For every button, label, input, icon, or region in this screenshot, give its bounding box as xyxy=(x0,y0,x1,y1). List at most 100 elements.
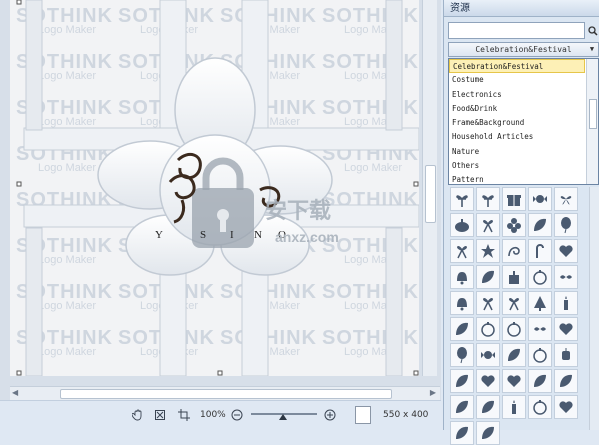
dropdown-item[interactable]: Pattern xyxy=(449,173,585,184)
scroll-right-icon[interactable]: ▶ xyxy=(430,388,436,397)
scroll-thumb[interactable] xyxy=(589,99,597,129)
shape-thumbnail[interactable] xyxy=(528,317,552,341)
shape-thumbnail[interactable] xyxy=(502,317,526,341)
dropdown-items: Celebration&Festival Costume Electronics… xyxy=(449,59,598,184)
dropdown-item[interactable]: Nature xyxy=(449,145,585,159)
dropdown-item[interactable]: Celebration&Festival xyxy=(449,59,585,74)
scroll-left-icon[interactable]: ◀ xyxy=(12,388,18,397)
shape-thumbnail[interactable] xyxy=(476,265,500,289)
pumpkin-icon xyxy=(455,219,469,232)
shape-thumbnail[interactable] xyxy=(554,343,578,367)
leaf-icon xyxy=(508,348,520,361)
search-input[interactable] xyxy=(448,22,585,39)
shape-thumbnail[interactable] xyxy=(554,369,578,393)
tree-icon xyxy=(534,296,546,311)
holly-icon xyxy=(560,275,572,279)
fit-icon[interactable] xyxy=(152,407,168,423)
shape-thumbnail[interactable] xyxy=(528,369,552,393)
shape-thumbnail[interactable] xyxy=(450,239,474,263)
scroll-thumb[interactable] xyxy=(60,389,392,399)
dropdown-item[interactable]: Frame&Background xyxy=(449,116,585,130)
shape-thumbnail[interactable] xyxy=(554,265,578,289)
dropdown-item[interactable]: Others xyxy=(449,159,585,173)
status-bar: 100% 550 x 400 xyxy=(0,400,441,431)
shape-thumbnail[interactable] xyxy=(450,369,474,393)
ribbon-icon xyxy=(509,298,519,311)
shape-thumbnail[interactable] xyxy=(502,213,526,237)
dropdown-scrollbar[interactable] xyxy=(586,59,598,184)
search-icon[interactable] xyxy=(587,22,599,39)
shape-thumbnail[interactable] xyxy=(450,395,474,419)
zoom-slider[interactable] xyxy=(251,413,317,420)
dropdown-item[interactable]: Electronics xyxy=(449,88,585,102)
canvas-color-swatch[interactable] xyxy=(355,406,371,424)
candle-icon xyxy=(564,296,568,310)
shape-thumbnail[interactable] xyxy=(554,395,578,419)
shape-thumbnail[interactable] xyxy=(554,317,578,341)
shape-thumbnail[interactable] xyxy=(476,395,500,419)
lantern-icon xyxy=(562,348,570,360)
canvas-horizontal-scrollbar[interactable]: ◀ ▶ xyxy=(10,386,440,400)
shape-thumbnail[interactable] xyxy=(476,213,500,237)
shape-thumbnail[interactable] xyxy=(476,369,500,393)
shape-thumbnail[interactable] xyxy=(528,265,552,289)
category-dropdown[interactable]: Celebration&Festival Costume Electronics… xyxy=(448,58,599,185)
zoom-in-icon[interactable] xyxy=(322,407,338,423)
dropdown-item[interactable]: Household Articles xyxy=(449,130,585,144)
canvas-area[interactable]: SOTHINKLogo MakerSOTHINKLogo MakerSOTHIN… xyxy=(0,0,441,400)
ornament-icon xyxy=(533,400,547,415)
canvas-size: 550 x 400 xyxy=(383,410,429,420)
shape-thumbnail[interactable] xyxy=(502,395,526,419)
shape-thumbnail[interactable] xyxy=(502,369,526,393)
logo-design[interactable]: Y S I N O 安下载 anxz.com xyxy=(10,0,419,376)
canvas-vertical-scrollbar[interactable] xyxy=(422,0,437,376)
shape-thumbnail[interactable] xyxy=(450,187,474,211)
shape-thumbnail[interactable] xyxy=(554,239,578,263)
dropdown-item[interactable]: Food&Drink xyxy=(449,102,585,116)
zoom-out-icon[interactable] xyxy=(229,407,245,423)
ornament-icon xyxy=(533,270,547,285)
shape-thumbnail[interactable] xyxy=(502,239,526,263)
shape-thumbnail[interactable] xyxy=(450,265,474,289)
shape-thumbnail[interactable] xyxy=(528,291,552,315)
leaf-icon xyxy=(456,322,468,335)
shape-thumbnail[interactable] xyxy=(502,343,526,367)
shape-thumbnail[interactable] xyxy=(476,317,500,341)
gift-bow-icon xyxy=(482,195,494,207)
chevron-down-icon[interactable]: ▼ xyxy=(587,43,597,56)
artboard[interactable]: SOTHINKLogo MakerSOTHINKLogo MakerSOTHIN… xyxy=(10,0,419,376)
shape-thumbnail[interactable] xyxy=(554,187,578,211)
scroll-thumb[interactable] xyxy=(425,165,436,223)
shape-thumbnail[interactable] xyxy=(528,239,552,263)
shape-thumbnail[interactable] xyxy=(476,291,500,315)
shape-thumbnail[interactable] xyxy=(554,213,578,237)
shape-thumbnail[interactable] xyxy=(502,291,526,315)
dropdown-item[interactable]: Costume xyxy=(449,73,585,87)
hand-icon[interactable] xyxy=(130,407,146,423)
ribbon-icon xyxy=(483,220,493,233)
shape-thumbnail[interactable] xyxy=(450,421,474,445)
shape-thumbnail[interactable] xyxy=(502,265,526,289)
logo-letter: N xyxy=(254,229,262,241)
shape-thumbnail[interactable] xyxy=(450,343,474,367)
ribbon-icon xyxy=(483,298,493,311)
shape-thumbnail[interactable] xyxy=(528,213,552,237)
svg-text:anxz.com: anxz.com xyxy=(275,229,339,245)
crop-icon[interactable] xyxy=(176,407,192,423)
shape-thumbnail[interactable] xyxy=(502,187,526,211)
shape-thumbnail[interactable] xyxy=(450,317,474,341)
panel-scrollbar[interactable] xyxy=(589,187,599,430)
shape-thumbnail[interactable] xyxy=(476,187,500,211)
shape-thumbnail[interactable] xyxy=(476,343,500,367)
shape-thumbnail[interactable] xyxy=(476,239,500,263)
shape-thumbnail[interactable] xyxy=(450,291,474,315)
shape-thumbnail[interactable] xyxy=(554,291,578,315)
shape-thumbnail[interactable] xyxy=(528,343,552,367)
category-select[interactable]: Celebration&Festival ▼ xyxy=(448,42,599,57)
shape-thumbnail[interactable] xyxy=(528,395,552,419)
shape-thumbnail[interactable] xyxy=(476,421,500,445)
leaf-icon xyxy=(534,374,546,387)
shape-thumbnail[interactable] xyxy=(450,213,474,237)
shape-thumbnail[interactable] xyxy=(528,187,552,211)
zoom-slider-handle[interactable] xyxy=(279,414,287,420)
